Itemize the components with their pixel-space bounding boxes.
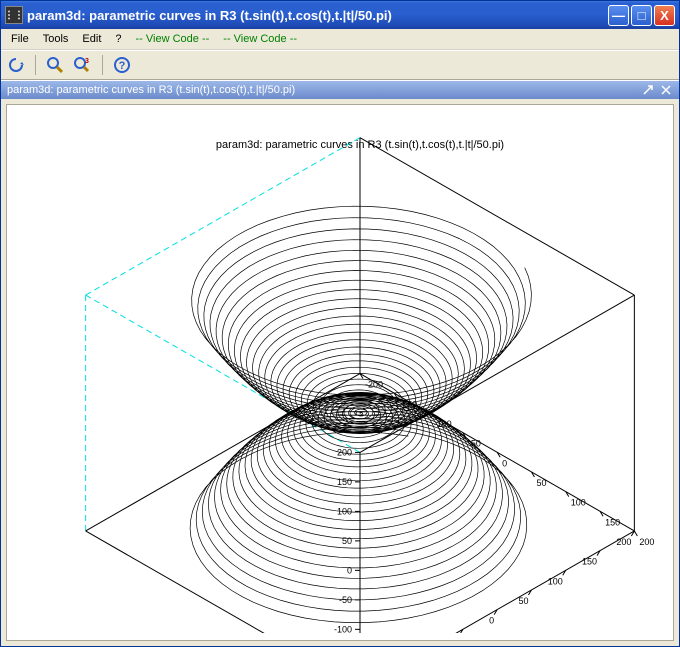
app-icon: ⋮⋮ bbox=[5, 6, 23, 24]
plot-canvas[interactable]: param3d: parametric curves in R3 (t.sin(… bbox=[6, 104, 674, 641]
svg-text:200: 200 bbox=[337, 447, 352, 457]
menu-help[interactable]: ? bbox=[109, 31, 127, 47]
toolbar-separator bbox=[102, 55, 103, 75]
svg-text:150: 150 bbox=[605, 517, 620, 527]
zoom-button[interactable] bbox=[44, 54, 66, 76]
help-button[interactable]: ? bbox=[111, 54, 133, 76]
tab-close-button[interactable] bbox=[659, 83, 673, 97]
toolbar-separator bbox=[35, 55, 36, 75]
rotate-button[interactable] bbox=[5, 54, 27, 76]
plot-svg: param3d: parametric curves in R3 (t.sin(… bbox=[20, 113, 660, 633]
svg-text:50: 50 bbox=[518, 595, 528, 605]
svg-text:?: ? bbox=[119, 60, 126, 72]
svg-text:100: 100 bbox=[548, 576, 563, 586]
svg-text:-200: -200 bbox=[365, 379, 383, 389]
maximize-button[interactable]: □ bbox=[631, 5, 652, 26]
minimize-icon: — bbox=[612, 8, 625, 23]
svg-text:200: 200 bbox=[639, 536, 654, 546]
menu-file[interactable]: File bbox=[5, 31, 35, 47]
tab-close-icon bbox=[661, 85, 671, 95]
svg-text:-50: -50 bbox=[468, 438, 481, 448]
toolbar: 3 ? bbox=[1, 50, 679, 80]
graphics-tab-title: param3d: parametric curves in R3 (t.sin(… bbox=[7, 84, 295, 96]
close-icon: X bbox=[660, 8, 669, 23]
svg-text:100: 100 bbox=[571, 497, 586, 507]
menu-view-code-1[interactable]: -- View Code -- bbox=[130, 31, 216, 47]
svg-text:50: 50 bbox=[536, 477, 546, 487]
svg-text:-150: -150 bbox=[399, 399, 417, 409]
svg-text:150: 150 bbox=[582, 556, 597, 566]
svg-text:50: 50 bbox=[342, 535, 352, 545]
magnifier-3d-icon: 3 bbox=[73, 56, 93, 74]
menu-edit[interactable]: Edit bbox=[76, 31, 107, 47]
graphics-tab-header[interactable]: param3d: parametric curves in R3 (t.sin(… bbox=[1, 80, 679, 99]
svg-text:100: 100 bbox=[337, 506, 352, 516]
svg-text:-50: -50 bbox=[339, 594, 352, 604]
menubar: File Tools Edit ? -- View Code -- -- Vie… bbox=[1, 29, 679, 50]
svg-text:-100: -100 bbox=[334, 624, 352, 633]
magnifier-icon bbox=[46, 56, 64, 74]
zoom-reset-button[interactable]: 3 bbox=[72, 54, 94, 76]
help-icon: ? bbox=[113, 56, 131, 74]
svg-text:0: 0 bbox=[347, 565, 352, 575]
maximize-icon: □ bbox=[638, 8, 646, 23]
svg-text:200: 200 bbox=[616, 536, 631, 546]
svg-text:3: 3 bbox=[85, 58, 89, 65]
svg-text:0: 0 bbox=[502, 458, 507, 468]
svg-text:150: 150 bbox=[337, 476, 352, 486]
menu-view-code-2[interactable]: -- View Code -- bbox=[217, 31, 303, 47]
undock-button[interactable] bbox=[641, 83, 655, 97]
titlebar[interactable]: ⋮⋮ param3d: parametric curves in R3 (t.s… bbox=[1, 1, 679, 29]
menu-tools[interactable]: Tools bbox=[37, 31, 75, 47]
svg-text:-100: -100 bbox=[434, 418, 452, 428]
undock-icon bbox=[643, 85, 653, 95]
minimize-button[interactable]: — bbox=[608, 5, 629, 26]
close-button[interactable]: X bbox=[654, 5, 675, 26]
rotate-icon bbox=[7, 56, 25, 74]
svg-text:0: 0 bbox=[489, 615, 494, 625]
window-title: param3d: parametric curves in R3 (t.sin(… bbox=[27, 8, 608, 23]
